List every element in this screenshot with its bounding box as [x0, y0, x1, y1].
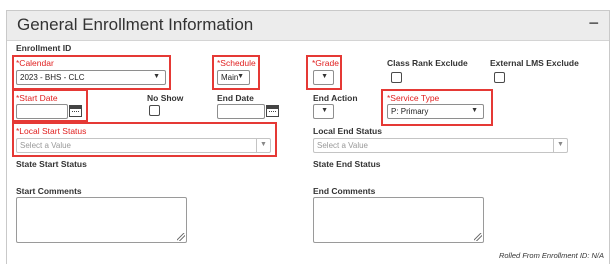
grade-label: *Grade — [312, 58, 339, 68]
service-type-value: P: Primary — [391, 107, 429, 116]
end-date-label: End Date — [217, 93, 254, 103]
end-comments-label: End Comments — [313, 186, 376, 196]
local-end-status-label: Local End Status — [313, 126, 382, 136]
section-header[interactable]: General Enrollment Information − — [7, 11, 609, 41]
section-title: General Enrollment Information — [17, 15, 254, 34]
collapse-icon[interactable]: − — [588, 13, 599, 34]
service-type-label: *Service Type — [387, 93, 440, 103]
class-rank-exclude-checkbox[interactable] — [391, 72, 402, 83]
caret-down-icon: ▼ — [237, 73, 244, 80]
caret-down-icon: ▼ — [321, 107, 328, 114]
enrollment-id-label: Enrollment ID — [16, 43, 72, 53]
local-end-status-placeholder: Select a Value — [317, 141, 368, 150]
calendar-label: *Calendar — [16, 58, 54, 68]
start-date-label: *Start Date — [16, 93, 58, 103]
schedule-label: *Schedule — [217, 58, 256, 68]
caret-down-icon: ▼ — [153, 73, 160, 80]
end-action-select[interactable]: ▼ — [313, 104, 334, 119]
state-start-status-label: State Start Status — [16, 159, 87, 169]
service-type-select[interactable]: P: Primary ▼ — [387, 104, 484, 119]
state-end-status-label: State End Status — [313, 159, 381, 169]
caret-down-icon: ▼ — [553, 139, 567, 152]
caret-down-icon: ▼ — [256, 139, 270, 152]
local-start-status-label: *Local Start Status — [16, 126, 87, 136]
calendar-icon[interactable] — [69, 105, 82, 117]
grade-select[interactable]: ▼ — [313, 70, 334, 85]
end-comments-textarea[interactable] — [313, 197, 484, 243]
rolled-from-enrollment-id: Rolled From Enrollment ID: N/A — [498, 251, 604, 260]
local-end-status-select[interactable]: Select a Value ▼ — [313, 138, 568, 153]
end-action-label: End Action — [313, 93, 358, 103]
local-start-status-select[interactable]: Select a Value ▼ — [16, 138, 271, 153]
start-date-input[interactable] — [16, 104, 68, 119]
schedule-value: Main — [221, 73, 239, 82]
start-comments-textarea[interactable] — [16, 197, 187, 243]
start-comments-label: Start Comments — [16, 186, 82, 196]
resize-grip-icon[interactable] — [177, 233, 185, 241]
class-rank-exclude-label: Class Rank Exclude — [387, 58, 468, 68]
schedule-select[interactable]: Main ▼ — [217, 70, 250, 85]
caret-down-icon: ▼ — [471, 107, 478, 114]
no-show-label: No Show — [147, 93, 184, 103]
no-show-checkbox[interactable] — [149, 105, 160, 116]
external-lms-exclude-checkbox[interactable] — [494, 72, 505, 83]
calendar-value: 2023 - BHS - CLC — [20, 73, 85, 82]
resize-grip-icon[interactable] — [474, 233, 482, 241]
calendar-icon[interactable] — [266, 105, 279, 117]
end-date-input[interactable] — [217, 104, 265, 119]
external-lms-exclude-label: External LMS Exclude — [490, 58, 579, 68]
calendar-select[interactable]: 2023 - BHS - CLC ▼ — [16, 70, 166, 85]
local-start-status-placeholder: Select a Value — [20, 141, 71, 150]
caret-down-icon: ▼ — [321, 73, 328, 80]
